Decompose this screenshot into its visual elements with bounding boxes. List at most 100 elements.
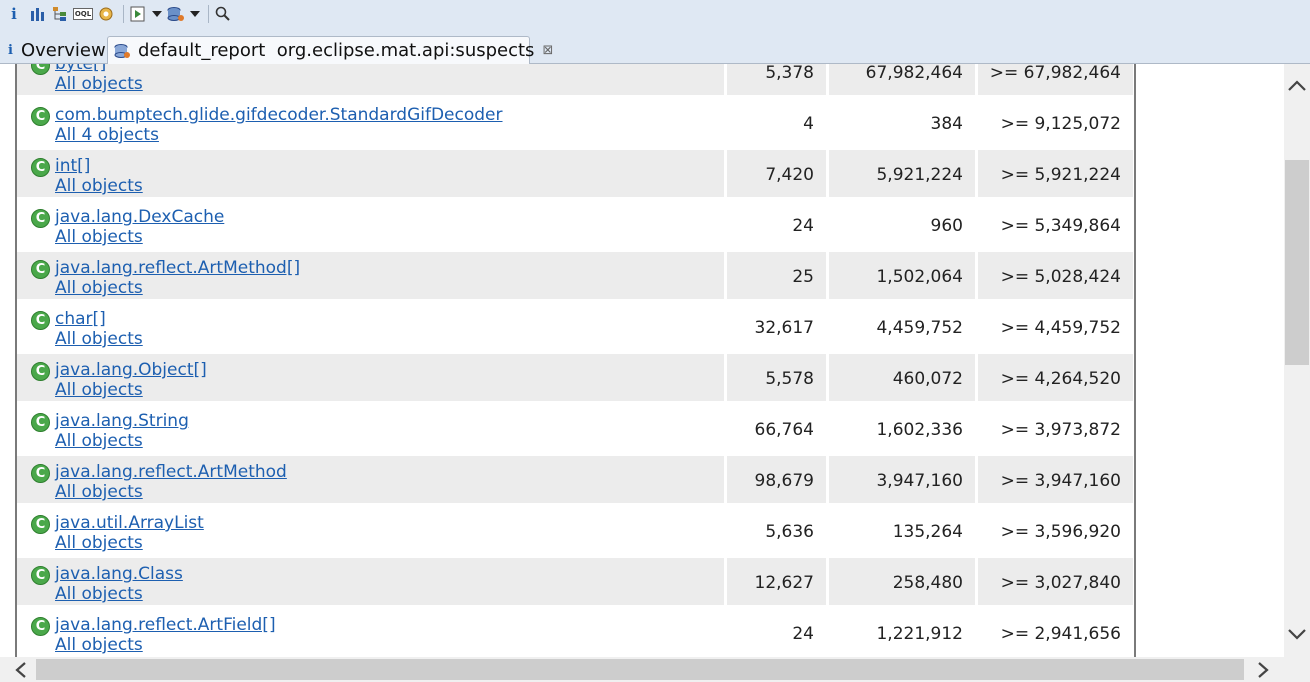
all-objects-link[interactable]: All objects bbox=[55, 584, 143, 604]
table-border bbox=[1134, 64, 1136, 657]
retained-heap-value: >= 4,459,752 bbox=[1000, 318, 1121, 338]
table-row: C int[] All objects 7,420 5,921,224 >= 5… bbox=[17, 150, 1134, 201]
class-name-link[interactable]: java.lang.String bbox=[55, 411, 189, 431]
dropdown-icon[interactable] bbox=[189, 4, 201, 24]
objects-value: 25 bbox=[792, 267, 814, 287]
all-objects-link[interactable]: All objects bbox=[55, 329, 143, 349]
retained-heap-cell: >= 3,973,872 bbox=[978, 405, 1133, 452]
objects-cell: 5,636 bbox=[727, 507, 826, 554]
objects-cell: 98,679 bbox=[727, 456, 826, 503]
shallow-heap-cell: 135,264 bbox=[829, 507, 975, 554]
retained-heap-cell: >= 67,982,464 bbox=[978, 64, 1133, 95]
class-icon: C bbox=[31, 260, 50, 279]
all-objects-link[interactable]: All objects bbox=[55, 227, 143, 247]
scroll-right-icon[interactable] bbox=[1248, 657, 1278, 682]
class-name-link[interactable]: com.bumptech.glide.gifdecoder.StandardGi… bbox=[55, 105, 503, 125]
close-icon[interactable]: ⊠ bbox=[542, 43, 553, 58]
retained-heap-value: >= 67,982,464 bbox=[989, 64, 1121, 83]
shallow-heap-cell: 4,459,752 bbox=[829, 303, 975, 350]
retained-heap-cell: >= 4,264,520 bbox=[978, 354, 1133, 401]
table-row: C java.lang.Class All objects 12,627 258… bbox=[17, 558, 1134, 609]
class-name-cell: C java.lang.reflect.ArtMethod[] All obje… bbox=[17, 252, 724, 299]
tab-default-report[interactable]: default_report org.eclipse.mat.api:suspe… bbox=[107, 36, 553, 64]
histogram-icon[interactable] bbox=[27, 4, 47, 24]
all-objects-link[interactable]: All objects bbox=[55, 278, 143, 298]
all-objects-link[interactable]: All objects bbox=[55, 533, 143, 553]
dominator-tree-icon[interactable] bbox=[50, 4, 70, 24]
oql-icon[interactable]: OQL bbox=[72, 4, 94, 24]
class-icon: C bbox=[31, 617, 50, 636]
table-row: C char[] All objects 32,617 4,459,752 >=… bbox=[17, 303, 1134, 354]
all-objects-link[interactable]: All objects bbox=[55, 176, 143, 196]
scrollbar-thumb[interactable] bbox=[36, 659, 1244, 680]
retained-heap-value: >= 5,349,864 bbox=[1000, 216, 1121, 236]
all-objects-link[interactable]: All objects bbox=[55, 635, 143, 655]
all-objects-link[interactable]: All objects bbox=[55, 74, 143, 94]
table-row: C java.lang.reflect.ArtMethod All object… bbox=[17, 456, 1134, 507]
objects-cell: 32,617 bbox=[727, 303, 826, 350]
tab-overview[interactable]: i Overview bbox=[2, 36, 108, 64]
class-name-link[interactable]: java.lang.DexCache bbox=[55, 207, 224, 227]
table-row: C java.lang.reflect.ArtMethod[] All obje… bbox=[17, 252, 1134, 303]
class-name-cell: C int[] All objects bbox=[17, 150, 724, 197]
shallow-heap-value: 1,502,064 bbox=[876, 267, 963, 287]
info-icon: i bbox=[8, 42, 13, 58]
class-name-link[interactable]: java.lang.Class bbox=[55, 564, 183, 584]
class-name-link[interactable]: java.lang.Object[] bbox=[55, 360, 207, 380]
shallow-heap-cell: 1,602,336 bbox=[829, 405, 975, 452]
scroll-left-icon[interactable] bbox=[6, 657, 36, 682]
objects-value: 66,764 bbox=[754, 420, 814, 440]
class-name-link[interactable]: int[] bbox=[55, 156, 90, 176]
all-objects-link[interactable]: All 4 objects bbox=[55, 125, 159, 145]
all-objects-link[interactable]: All objects bbox=[55, 380, 143, 400]
scrollbar-thumb[interactable] bbox=[1285, 160, 1309, 365]
top-consumers-icon[interactable] bbox=[96, 4, 116, 24]
retained-heap-value: >= 3,973,872 bbox=[1000, 420, 1121, 440]
retained-heap-value: >= 5,921,224 bbox=[1000, 165, 1121, 185]
retained-heap-cell: >= 5,349,864 bbox=[978, 201, 1133, 248]
shallow-heap-cell: 960 bbox=[829, 201, 975, 248]
horizontal-scrollbar[interactable] bbox=[0, 657, 1284, 682]
retained-heap-cell: >= 2,941,656 bbox=[978, 609, 1133, 656]
table-row: C java.util.ArrayList All objects 5,636 … bbox=[17, 507, 1134, 558]
class-name-link[interactable]: char[] bbox=[55, 309, 106, 329]
all-objects-link[interactable]: All objects bbox=[55, 431, 143, 451]
run-report-icon[interactable] bbox=[128, 4, 148, 24]
tab-label: Overview bbox=[20, 39, 106, 61]
retained-heap-cell: >= 3,947,160 bbox=[978, 456, 1133, 503]
scroll-up-icon[interactable] bbox=[1284, 74, 1310, 98]
class-name-link[interactable]: java.lang.reflect.ArtMethod[] bbox=[55, 258, 300, 278]
retained-heap-cell: >= 3,596,920 bbox=[978, 507, 1133, 554]
retained-heap-cell: >= 9,125,072 bbox=[978, 99, 1133, 146]
class-name-cell: C java.lang.reflect.ArtMethod All object… bbox=[17, 456, 724, 503]
class-name-link[interactable]: java.lang.reflect.ArtField[] bbox=[55, 615, 276, 635]
shallow-heap-value: 1,602,336 bbox=[876, 420, 963, 440]
class-name-link[interactable]: java.lang.reflect.ArtMethod bbox=[55, 462, 287, 482]
report-icon bbox=[114, 43, 130, 59]
objects-value: 5,378 bbox=[765, 64, 814, 83]
info-icon[interactable]: i bbox=[4, 4, 24, 24]
shallow-heap-cell: 384 bbox=[829, 99, 975, 146]
objects-cell: 5,578 bbox=[727, 354, 826, 401]
class-name-cell: C java.util.ArrayList All objects bbox=[17, 507, 724, 554]
objects-cell: 12,627 bbox=[727, 558, 826, 605]
class-name-cell: C java.lang.DexCache All objects bbox=[17, 201, 724, 248]
dropdown-icon[interactable] bbox=[151, 4, 163, 24]
scroll-down-icon[interactable] bbox=[1284, 622, 1310, 646]
class-icon: C bbox=[31, 566, 50, 585]
vertical-scrollbar[interactable] bbox=[1284, 64, 1310, 657]
class-name-cell: C char[] All objects bbox=[17, 303, 724, 350]
class-name-link[interactable]: java.util.ArrayList bbox=[55, 513, 204, 533]
table-row: C java.lang.DexCache All objects 24 960 … bbox=[17, 201, 1134, 252]
query-browser-icon[interactable] bbox=[166, 4, 186, 24]
search-icon[interactable] bbox=[213, 4, 233, 24]
class-icon: C bbox=[31, 64, 50, 75]
class-icon: C bbox=[31, 413, 50, 432]
class-icon: C bbox=[31, 158, 50, 177]
all-objects-link[interactable]: All objects bbox=[55, 482, 143, 502]
scrollbar-corner bbox=[1284, 657, 1310, 682]
class-name-link[interactable]: byte[] bbox=[55, 64, 106, 74]
retained-heap-value: >= 3,596,920 bbox=[1000, 522, 1121, 542]
retained-heap-value: >= 3,027,840 bbox=[1000, 573, 1121, 593]
objects-cell: 7,420 bbox=[727, 150, 826, 197]
